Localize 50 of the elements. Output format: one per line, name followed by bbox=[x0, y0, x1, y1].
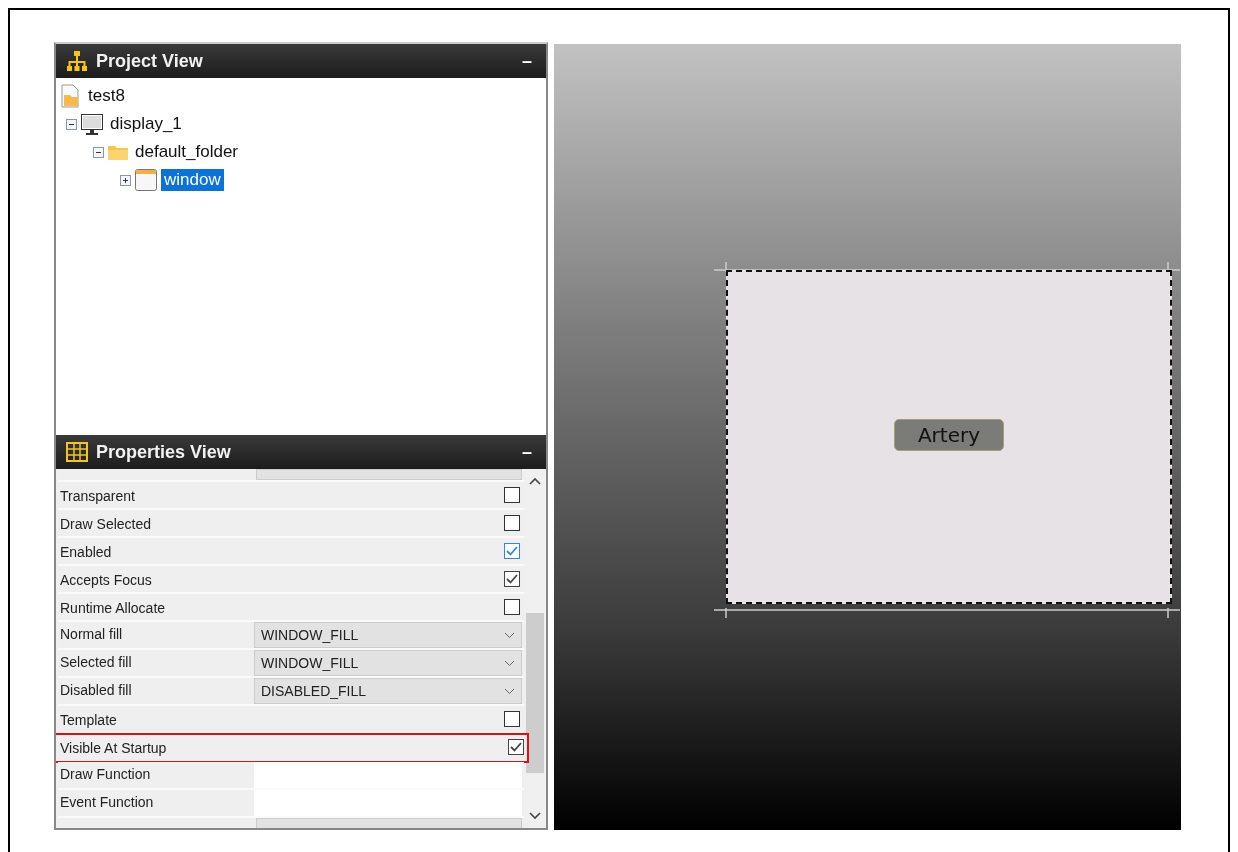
property-label: Disabled fill bbox=[59, 681, 133, 700]
dropdown[interactable]: WINDOW_FILL bbox=[254, 650, 522, 676]
scroll-down-icon[interactable] bbox=[529, 812, 541, 820]
property-label: Accepts Focus bbox=[59, 571, 153, 590]
property-label: Selected fill bbox=[59, 653, 133, 672]
property-label: Draw Function bbox=[59, 765, 152, 784]
hierarchy-icon bbox=[66, 50, 88, 72]
tree-item[interactable]: display_1 bbox=[107, 113, 185, 135]
value-field[interactable] bbox=[256, 818, 522, 828]
property-label: Enabled bbox=[59, 543, 113, 562]
chevron-down-icon bbox=[504, 659, 515, 667]
property-label: Transparent bbox=[59, 487, 136, 506]
chevron-down-icon bbox=[504, 687, 515, 695]
checkbox[interactable] bbox=[504, 599, 520, 615]
chevron-down-icon bbox=[504, 631, 515, 639]
dropdown[interactable]: DISABLED_FILL bbox=[254, 678, 522, 704]
text-field[interactable] bbox=[254, 762, 522, 788]
value-field[interactable] bbox=[256, 469, 522, 480]
property-label: Event Function bbox=[59, 793, 155, 812]
property-label: Normal fill bbox=[59, 625, 124, 644]
window-icon bbox=[134, 168, 158, 192]
checkbox[interactable] bbox=[504, 571, 520, 587]
checkbox[interactable] bbox=[508, 739, 524, 755]
checkbox[interactable] bbox=[504, 543, 520, 559]
checkbox[interactable] bbox=[504, 487, 520, 503]
project-file-icon bbox=[60, 84, 82, 108]
scrollbar-thumb[interactable] bbox=[526, 613, 544, 773]
property-label: Visible At Startup bbox=[59, 739, 168, 758]
monitor-icon bbox=[80, 112, 104, 136]
expand-icon[interactable] bbox=[120, 174, 131, 186]
property-label: Runtime Allocate bbox=[59, 599, 167, 618]
minimize-button[interactable]: – bbox=[518, 441, 536, 463]
panel-title: Project View bbox=[96, 50, 204, 72]
grid-icon bbox=[66, 442, 88, 462]
property-label: Draw Selected bbox=[59, 515, 153, 534]
window-preview[interactable]: Artery bbox=[726, 270, 1172, 604]
tree-item[interactable]: window bbox=[161, 169, 224, 191]
checkbox[interactable] bbox=[504, 515, 520, 531]
collapse-icon[interactable] bbox=[66, 118, 77, 130]
property-label: Template bbox=[59, 711, 118, 730]
dropdown[interactable]: WINDOW_FILL bbox=[254, 622, 522, 648]
checkbox[interactable] bbox=[504, 711, 520, 727]
minimize-button[interactable]: – bbox=[518, 50, 536, 72]
tree-item[interactable]: test8 bbox=[85, 85, 128, 107]
scroll-up-icon[interactable] bbox=[529, 477, 541, 485]
folder-icon bbox=[107, 143, 129, 161]
tree-item[interactable]: default_folder bbox=[132, 141, 242, 163]
collapse-icon[interactable] bbox=[93, 146, 104, 158]
artery-button[interactable]: Artery bbox=[894, 419, 1004, 451]
panel-title: Properties View bbox=[96, 441, 232, 463]
